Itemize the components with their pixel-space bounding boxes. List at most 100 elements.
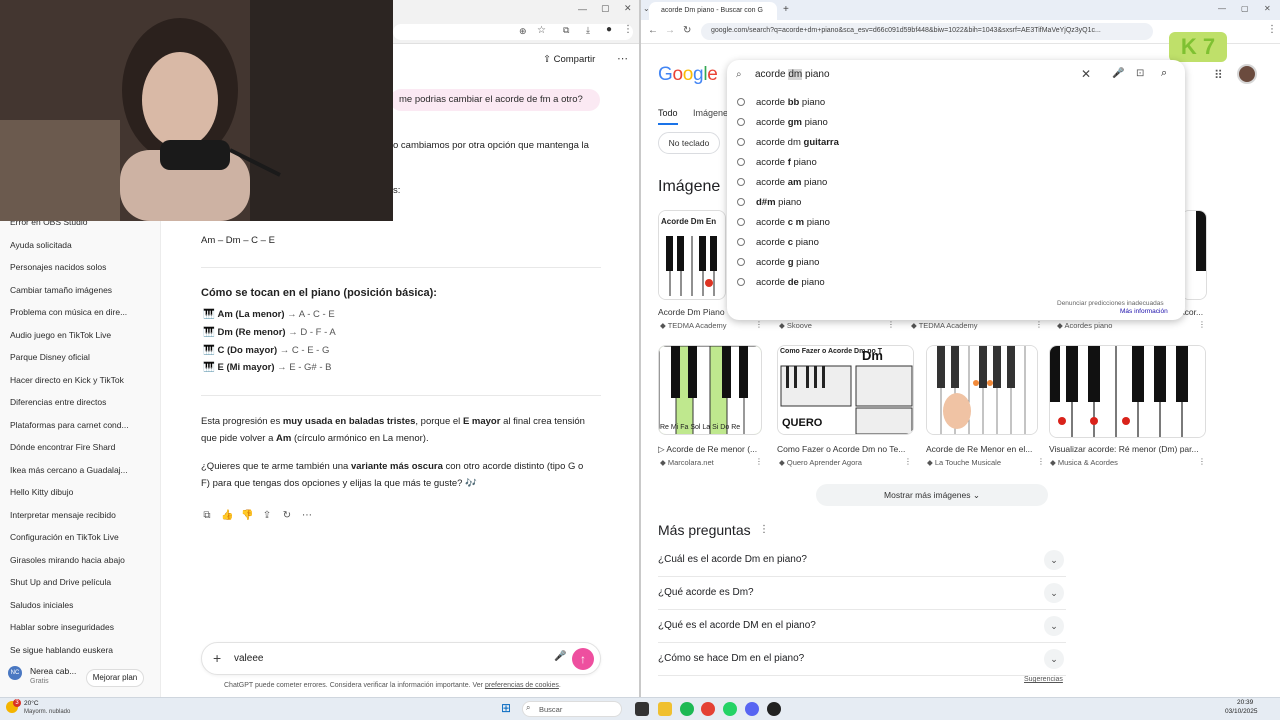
search-submit-icon[interactable]: ⌕ xyxy=(1161,67,1167,80)
image-result[interactable]: Re Mi Fa Sol La Si Do Re xyxy=(658,345,762,435)
image-result[interactable]: Acorde Dm En xyxy=(658,210,726,300)
translate-icon[interactable]: ⊕ xyxy=(519,26,527,37)
thumbs-up-icon[interactable]: 👍 xyxy=(221,510,233,522)
tab-google-search[interactable]: acorde Dm piano - Buscar con G xyxy=(649,2,777,20)
more-icon[interactable]: ⋮ xyxy=(1035,320,1043,329)
chevron-down-icon[interactable]: ⌄ xyxy=(1044,583,1064,603)
sidebar-item[interactable]: Ayuda solicitada xyxy=(10,240,150,250)
search-suggestion[interactable]: acorde c m piano xyxy=(756,217,830,228)
avatar[interactable]: NC xyxy=(8,666,22,680)
download-icon[interactable]: ⤓ xyxy=(586,25,590,36)
sidebar-item[interactable]: Saludos iniciales xyxy=(10,600,150,610)
reload-icon[interactable]: ↻ xyxy=(683,25,691,36)
sidebar-item[interactable]: Audio juego en TikTok Live xyxy=(10,330,150,340)
more-icon[interactable]: ⋮ xyxy=(904,457,912,466)
sidebar-item[interactable]: Se sigue hablando euskera xyxy=(10,645,150,655)
chrome-icon[interactable] xyxy=(701,702,715,716)
new-tab-icon[interactable]: + xyxy=(783,4,789,15)
more-options-icon[interactable]: ⋯ xyxy=(617,52,628,65)
image-caption[interactable]: Visualizar acorde: Ré menor (Dm) par... xyxy=(1049,444,1207,454)
image-caption[interactable]: Como Fazer o Acorde Dm no Te... xyxy=(777,444,911,454)
composer-input[interactable]: valeee xyxy=(234,653,263,664)
image-source[interactable]: ◆ Marcolara.net xyxy=(660,458,714,467)
more-icon[interactable]: ⋮ xyxy=(1198,457,1206,466)
sidebar-item[interactable]: Problema con música en dire... xyxy=(10,307,150,317)
sidebar-item[interactable]: Dónde encontrar Fire Shard xyxy=(10,442,150,452)
address-bar[interactable]: google.com/search?q=acorde+dm+piano&sca_… xyxy=(701,23,1153,40)
share-button[interactable]: ⇪ Compartir xyxy=(543,54,595,65)
sidebar-item[interactable]: Diferencias entre directos xyxy=(10,397,150,407)
regenerate-icon[interactable]: ↻ xyxy=(281,510,293,522)
image-source[interactable]: ◆ TEDMA Academy xyxy=(660,321,727,330)
minimize-icon[interactable]: — xyxy=(1218,4,1226,13)
forward-icon[interactable]: → xyxy=(665,25,675,36)
feedback-link[interactable]: Sugerencias xyxy=(1024,676,1063,683)
sidebar-item[interactable]: Hablar sobre inseguridades xyxy=(10,622,150,632)
show-more-images-button[interactable]: Mostrar más imágenes ⌄ xyxy=(816,484,1048,506)
upgrade-button[interactable]: Mejorar plan xyxy=(86,669,144,687)
profile-icon[interactable]: ● xyxy=(606,24,612,35)
search-suggestion[interactable]: acorde de piano xyxy=(756,277,825,288)
more-icon[interactable]: ⋮ xyxy=(1198,320,1206,329)
copy-icon[interactable]: ⧉ xyxy=(201,510,213,522)
maximize-icon[interactable]: ▢ xyxy=(1241,4,1249,13)
thumbs-down-icon[interactable]: 👎 xyxy=(241,510,253,522)
cookie-prefs-link[interactable]: preferencias de cookies xyxy=(485,682,559,689)
maximize-icon[interactable]: ▢ xyxy=(601,3,610,14)
tab-images[interactable]: Imágene xyxy=(693,108,728,118)
image-caption[interactable]: Acorde de Re Menor en el... xyxy=(926,444,1046,454)
lens-icon[interactable]: ⊡ xyxy=(1136,68,1144,79)
sidebar-item[interactable]: Plataformas para carnet cond... xyxy=(10,420,150,430)
clock-date[interactable]: 03/10/2025 xyxy=(1225,708,1258,715)
more-icon[interactable]: ⋮ xyxy=(759,524,769,535)
image-caption[interactable]: ▷ Acorde de Re menor (... xyxy=(658,444,768,455)
spotify-icon[interactable] xyxy=(680,702,694,716)
sidebar-item[interactable]: Shut Up and Drive película xyxy=(10,577,150,587)
image-result[interactable] xyxy=(926,345,1038,435)
send-icon[interactable]: ↑ xyxy=(572,648,594,670)
search-suggestion[interactable]: acorde bb piano xyxy=(756,97,825,108)
image-result[interactable]: QUERO Dm Como Fazer o Acorde Dm no T xyxy=(777,345,914,435)
star-icon[interactable]: ☆ xyxy=(537,25,546,36)
sidebar-item[interactable]: Girasoles mirando hacia abajo xyxy=(10,555,150,565)
more-icon[interactable]: ⋮ xyxy=(1037,457,1045,466)
sidebar-item[interactable]: Configuración en TikTok Live xyxy=(10,532,150,542)
search-suggestion[interactable]: acorde dm guitarra xyxy=(756,137,839,148)
clear-icon[interactable]: ✕ xyxy=(1081,67,1091,81)
filter-chip[interactable]: No teclado xyxy=(658,132,720,154)
search-input[interactable]: acorde dm piano xyxy=(755,69,830,80)
image-source[interactable]: ◆ Quero Aprender Agora xyxy=(779,458,862,467)
start-icon[interactable]: ⊞ xyxy=(501,701,511,715)
composer[interactable]: + valeee 🎤 xyxy=(201,642,601,675)
image-source[interactable]: ◆ Acordes piano xyxy=(1057,321,1112,330)
image-result[interactable] xyxy=(1049,345,1206,438)
image-source[interactable]: ◆ La Touche Musicale xyxy=(927,458,1001,467)
apps-grid-icon[interactable]: ⠿ xyxy=(1214,68,1223,82)
sidebar-item[interactable]: Cambiar tamaño imágenes xyxy=(10,285,150,295)
more-icon[interactable]: ⋮ xyxy=(755,320,763,329)
more-icon[interactable]: ⋮ xyxy=(887,320,895,329)
image-caption[interactable]: Acor... xyxy=(1179,307,1219,317)
sidebar-item[interactable]: Hello Kitty dibujo xyxy=(10,487,150,497)
image-source[interactable]: ◆ Skoove xyxy=(779,321,812,330)
search-suggestion[interactable]: acorde gm piano xyxy=(756,117,828,128)
sidebar-item[interactable]: Hacer directo en Kick y TikTok xyxy=(10,375,150,385)
more-icon[interactable]: ⋯ xyxy=(301,510,313,522)
faq-question[interactable]: ¿Qué es el acorde DM en el piano? xyxy=(658,620,816,631)
search-suggestion[interactable]: acorde g piano xyxy=(756,257,819,268)
search-suggestion[interactable]: d#m piano xyxy=(756,197,801,208)
back-icon[interactable]: ← xyxy=(648,25,658,36)
google-logo[interactable]: Google xyxy=(658,64,718,86)
close-icon[interactable]: ✕ xyxy=(1264,4,1271,13)
address-bar[interactable] xyxy=(393,24,633,40)
search-suggestion[interactable]: acorde c piano xyxy=(756,237,819,248)
minimize-icon[interactable]: — xyxy=(578,4,587,14)
chevron-down-icon[interactable]: ⌄ xyxy=(1044,649,1064,669)
menu-icon[interactable]: ⋮ xyxy=(623,24,633,35)
taskbar-search[interactable]: Buscar xyxy=(522,701,622,717)
faq-question[interactable]: ¿Cómo se hace Dm en el piano? xyxy=(658,653,804,664)
whatsapp-icon[interactable] xyxy=(723,702,737,716)
tab-all[interactable]: Todo xyxy=(658,108,678,125)
clock-time[interactable]: 20:39 xyxy=(1237,699,1253,706)
mic-icon[interactable]: 🎤 xyxy=(1112,68,1124,79)
